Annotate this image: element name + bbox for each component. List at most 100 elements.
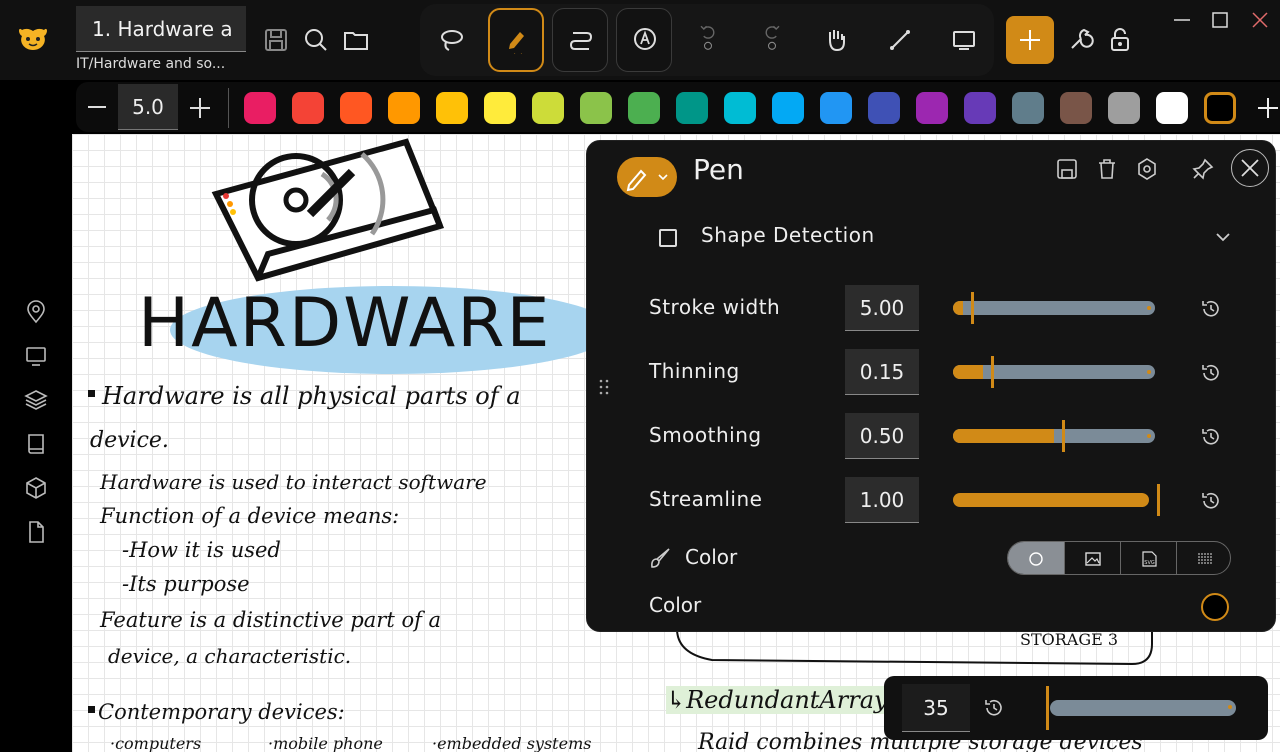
pen-icon: [509, 32, 524, 54]
color-swatch[interactable]: [388, 92, 420, 124]
reset-icon[interactable]: [982, 696, 1006, 720]
pen-settings-panel: Pen Shape Detection Stroke width 5.00 Thin…: [586, 140, 1276, 632]
maximize-icon[interactable]: [1208, 8, 1232, 32]
color-swatch[interactable]: [628, 92, 660, 124]
color-swatch[interactable]: [1156, 92, 1188, 124]
color-swatch[interactable]: [1012, 92, 1044, 124]
color-swatch[interactable]: [292, 92, 324, 124]
color-swatch[interactable]: [580, 92, 612, 124]
lock-icon[interactable]: [1106, 26, 1134, 54]
close-window-icon[interactable]: [1248, 8, 1272, 32]
file-icon[interactable]: [24, 520, 48, 544]
slider-value-input[interactable]: 0.50: [845, 413, 919, 459]
panel-title: Pen: [693, 153, 744, 186]
minimize-icon[interactable]: [1170, 8, 1194, 32]
left-sidebar: [0, 80, 72, 752]
stroke-size-input[interactable]: 5.0: [118, 84, 178, 130]
canvas-line: -How it is used: [122, 538, 281, 562]
add-button[interactable]: [1006, 16, 1054, 64]
color-swatch[interactable]: [1204, 92, 1236, 124]
size-panel: 35: [884, 676, 1268, 740]
folder-icon[interactable]: [342, 26, 370, 54]
color-swatch[interactable]: [772, 92, 804, 124]
slider-track[interactable]: [953, 420, 1155, 452]
increase-stroke-icon[interactable]: [186, 94, 214, 122]
book-icon[interactable]: [24, 432, 48, 456]
text-tool-button[interactable]: [616, 8, 672, 72]
close-icon: [1241, 159, 1259, 177]
slider-thumb[interactable]: [991, 356, 994, 388]
color-swatch[interactable]: [1108, 92, 1140, 124]
lasso-icon[interactable]: [438, 26, 466, 54]
slider-label: Stroke width: [649, 295, 781, 319]
color-swatch[interactable]: [532, 92, 564, 124]
color-swatch[interactable]: [676, 92, 708, 124]
color-swatch[interactable]: [820, 92, 852, 124]
redo-icon[interactable]: [758, 22, 786, 50]
slider-end-dot: [1147, 306, 1151, 310]
slider-thumb[interactable]: [1157, 484, 1160, 516]
document-title[interactable]: 1. Hardware a: [76, 6, 246, 52]
color-swatch[interactable]: [1060, 92, 1092, 124]
canvas-line: Function of a device means:: [100, 504, 400, 528]
size-slider-track[interactable]: [1050, 700, 1236, 716]
slider-end-dot: [1147, 434, 1151, 438]
line-icon[interactable]: [886, 26, 914, 54]
reset-icon[interactable]: [1199, 361, 1223, 385]
color-swatch[interactable]: [436, 92, 468, 124]
canvas-line: STORAGE 3: [1020, 630, 1119, 649]
add-color-icon[interactable]: [1256, 94, 1280, 122]
settings-icon[interactable]: [1135, 157, 1159, 181]
wrench-icon[interactable]: [1066, 26, 1094, 54]
color-swatch[interactable]: [484, 92, 516, 124]
color-swatch[interactable]: [964, 92, 996, 124]
close-panel-button[interactable]: [1231, 149, 1269, 187]
slider-thumb[interactable]: [1062, 420, 1065, 452]
shape-detection-checkbox[interactable]: [659, 229, 677, 247]
reset-icon[interactable]: [1199, 489, 1223, 513]
size-input[interactable]: 35: [902, 684, 970, 732]
delete-icon[interactable]: [1095, 157, 1119, 181]
current-color-swatch[interactable]: [1201, 593, 1229, 621]
slider-track[interactable]: [953, 292, 1155, 324]
chevron-down-icon[interactable]: [1213, 227, 1233, 247]
color-mode-solid[interactable]: [1008, 542, 1064, 574]
color-swatch[interactable]: [868, 92, 900, 124]
slider-value-input[interactable]: 5.00: [845, 285, 919, 331]
color-mode-svg[interactable]: SVG: [1120, 542, 1176, 574]
hand-icon[interactable]: [822, 26, 850, 54]
screen-icon[interactable]: [950, 26, 978, 54]
slider-value-input[interactable]: 1.00: [845, 477, 919, 523]
slider-thumb[interactable]: [971, 292, 974, 324]
search-icon[interactable]: [302, 26, 330, 54]
reset-icon[interactable]: [1199, 297, 1223, 321]
color-swatch[interactable]: [916, 92, 948, 124]
app-logo-icon[interactable]: [16, 22, 50, 56]
reset-icon[interactable]: [1199, 425, 1223, 449]
color-mode-pattern[interactable]: [1176, 542, 1230, 574]
monitor-icon[interactable]: [24, 344, 48, 368]
decrease-stroke-icon[interactable]: [84, 94, 110, 120]
pen-type-selector[interactable]: [617, 157, 677, 197]
save-preset-icon[interactable]: [1055, 157, 1079, 181]
slider-track[interactable]: [953, 484, 1160, 516]
slider-fill: [953, 365, 983, 379]
pin-icon[interactable]: [1191, 157, 1215, 181]
pen-tool-button[interactable]: [488, 8, 544, 72]
size-slider-thumb[interactable]: [1046, 686, 1049, 730]
color-swatch[interactable]: [340, 92, 372, 124]
save-icon[interactable]: [262, 26, 290, 54]
color-mode-image[interactable]: [1064, 542, 1120, 574]
slider-value-input[interactable]: 0.15: [845, 349, 919, 395]
layers-icon[interactable]: [24, 388, 48, 412]
slider-track[interactable]: [953, 356, 1155, 388]
color-swatch[interactable]: [724, 92, 756, 124]
cube-icon[interactable]: [24, 476, 48, 500]
canvas-line: ·embedded systems: [432, 734, 592, 752]
drag-handle-icon[interactable]: [598, 378, 610, 396]
path-tool-button[interactable]: [552, 8, 608, 72]
undo-icon[interactable]: [694, 22, 722, 50]
color-swatch[interactable]: [244, 92, 276, 124]
location-pin-icon[interactable]: [24, 300, 48, 324]
color-mode-selector: SVG: [1007, 541, 1231, 575]
